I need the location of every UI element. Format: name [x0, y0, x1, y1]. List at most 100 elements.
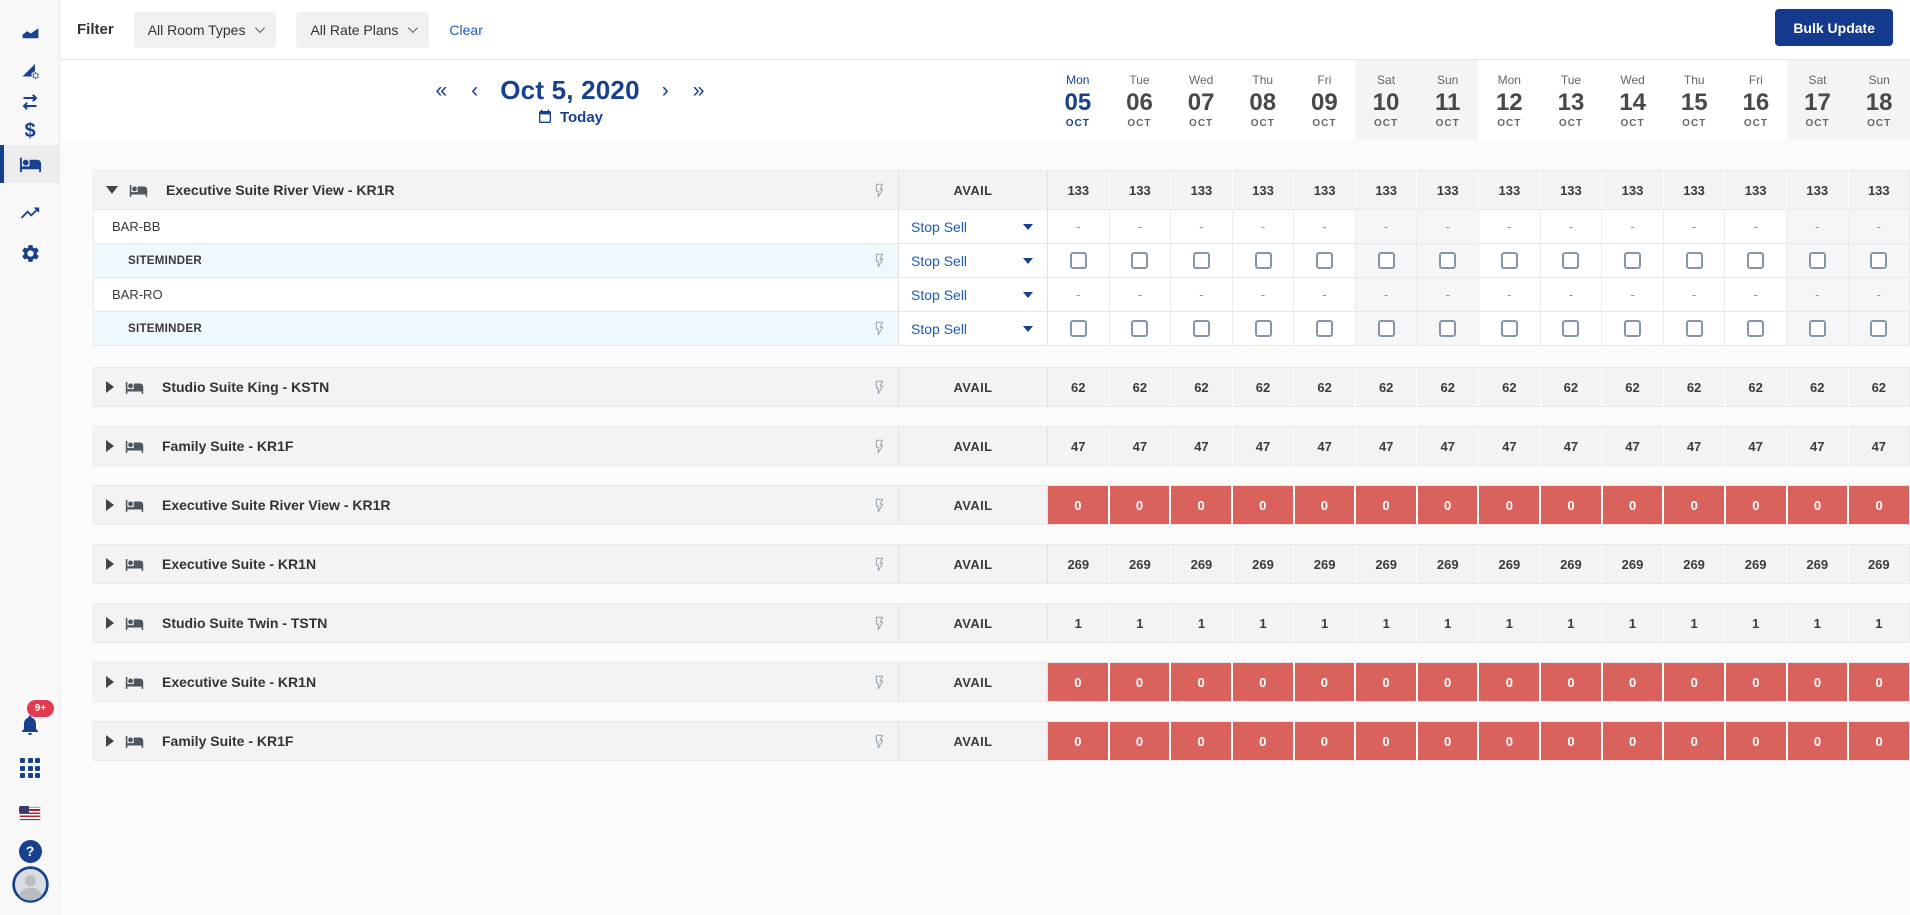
stop-sell-checkbox[interactable]: [1500, 252, 1518, 269]
day-column-oct18: Sun 18 OCT: [1848, 60, 1910, 140]
stop-sell-checkbox[interactable]: [1623, 320, 1641, 337]
room-type-group: Executive Suite - KR1N AVAIL 0 0 0 0 0 0 0 0 0 0 0 0…: [93, 662, 1910, 702]
room-type-group: Executive Suite River View - KR1R AVAIL 0…: [93, 485, 1910, 525]
stop-sell-checkbox[interactable]: [1439, 320, 1457, 337]
stop-sell-checkbox-cell: [1785, 244, 1848, 277]
sidebar-item-reports[interactable]: [0, 53, 60, 87]
empty-value-cell: -: [1847, 210, 1910, 243]
stop-sell-checkbox[interactable]: [1562, 320, 1580, 337]
stop-sell-checkbox[interactable]: [1069, 320, 1087, 337]
stop-sell-checkbox[interactable]: [1254, 252, 1272, 269]
room-row-header[interactable]: Executive Suite River View - KR1R AVAIL 0…: [94, 486, 1909, 524]
stop-sell-checkbox[interactable]: [1131, 252, 1149, 269]
sidebar-item-language-us[interactable]: [0, 796, 60, 830]
availability-value-cell: 0: [1539, 663, 1601, 701]
availability-value-cell: 133: [1847, 171, 1910, 209]
stop-sell-checkbox[interactable]: [1377, 252, 1395, 269]
rate-plan-name-cell: BAR-BB: [94, 210, 898, 243]
stop-sell-checkbox[interactable]: [1747, 252, 1765, 269]
sidebar-item-account[interactable]: [0, 864, 60, 904]
bed-icon: [129, 181, 148, 200]
room-row-header[interactable]: Executive Suite - KR1N AVAIL 0 0 0 0 0 0 0 0 0 0 0 0…: [94, 663, 1909, 701]
sidebar-item-rates[interactable]: $: [0, 114, 60, 148]
stop-sell-checkbox[interactable]: [1316, 252, 1334, 269]
stop-sell-checkbox[interactable]: [1316, 320, 1334, 337]
room-row-header[interactable]: Family Suite - KR1F AVAIL 0 0 0 0 0 0 0 0 0 0 0 0 0 0: [94, 722, 1909, 760]
stop-sell-checkbox[interactable]: [1747, 320, 1765, 337]
availability-value-cell: 133: [1231, 171, 1294, 209]
sidebar-item-apps[interactable]: [0, 751, 60, 785]
stop-sell-dropdown[interactable]: Stop Sell: [898, 312, 1048, 345]
availability-value-cell: 0: [1600, 486, 1663, 524]
stop-sell-checkbox[interactable]: [1685, 320, 1703, 337]
stop-sell-checkbox-cell: [1416, 244, 1479, 277]
stop-sell-dropdown[interactable]: Stop Sell: [898, 210, 1048, 243]
stop-sell-checkbox[interactable]: [1870, 320, 1888, 337]
expand-caret-icon[interactable]: [106, 381, 114, 393]
settings-icon: [20, 243, 41, 264]
rate-plans-dropdown[interactable]: All Rate Plans: [296, 11, 430, 48]
expand-caret-icon[interactable]: [106, 499, 114, 511]
stop-sell-checkbox[interactable]: [1623, 252, 1641, 269]
stop-sell-checkbox[interactable]: [1500, 320, 1518, 337]
sidebar-item-performance[interactable]: [0, 196, 60, 230]
availability-value-cell: 47: [1785, 427, 1848, 465]
room-types-dropdown[interactable]: All Room Types: [133, 11, 277, 48]
sidebar-item-settings[interactable]: [0, 236, 60, 270]
stop-sell-checkbox[interactable]: [1131, 320, 1149, 337]
room-row-header[interactable]: Executive Suite River View - KR1R AVAIL 1…: [94, 171, 1910, 209]
room-row-header[interactable]: Executive Suite - KR1N AVAIL 269 269 269 269…: [94, 545, 1910, 583]
dropdown-caret-icon: [1023, 223, 1033, 230]
stop-sell-checkbox[interactable]: [1870, 252, 1888, 269]
stop-sell-checkbox-cell: [1601, 312, 1663, 345]
expand-caret-icon[interactable]: [106, 617, 114, 629]
prev-day-arrow[interactable]: ‹: [469, 80, 480, 101]
stop-sell-checkbox[interactable]: [1069, 252, 1087, 269]
empty-value-cell: -: [1170, 278, 1232, 311]
room-row-header[interactable]: Studio Suite Twin - TSTN AVAIL 1 1 1 1 1 1 1 1 1 1…: [94, 604, 1910, 642]
stop-sell-checkbox[interactable]: [1192, 320, 1210, 337]
availability-value-cell: 0: [1785, 722, 1848, 760]
day-number: 11: [1434, 88, 1461, 116]
expand-caret-icon[interactable]: [106, 440, 114, 452]
availability-value-cell: 0: [1724, 722, 1786, 760]
sidebar-item-help[interactable]: ?: [0, 834, 60, 868]
today-label: Today: [559, 108, 604, 126]
expand-caret-icon[interactable]: [106, 558, 114, 570]
room-row-header[interactable]: Studio Suite King - KSTN AVAIL 62 62 62 62 62…: [94, 368, 1910, 406]
room-row-header[interactable]: Family Suite - KR1F AVAIL 47 47 47 47 47 47 47 4…: [94, 427, 1910, 465]
stop-sell-checkbox[interactable]: [1254, 320, 1272, 337]
availability-value-cell: 0: [1724, 486, 1786, 524]
next-day-arrow[interactable]: ›: [660, 80, 671, 101]
first-page-arrow[interactable]: «: [434, 80, 450, 101]
last-page-arrow[interactable]: »: [691, 80, 707, 101]
stop-sell-checkbox[interactable]: [1685, 252, 1703, 269]
day-of-week: Sun: [1436, 72, 1459, 87]
empty-value-cell: -: [1724, 210, 1786, 243]
availability-value-cell: 0: [1292, 722, 1355, 760]
dropdown-caret-icon: [1023, 291, 1033, 298]
stop-sell-checkbox[interactable]: [1439, 252, 1457, 269]
clear-filters-link[interactable]: Clear: [449, 22, 482, 38]
expand-caret-icon[interactable]: [106, 735, 114, 747]
performance-icon: [19, 202, 41, 224]
today-button[interactable]: Today: [537, 109, 603, 126]
sidebar-item-inventory[interactable]: [0, 145, 60, 183]
room-types-value: All Room Types: [147, 21, 246, 38]
availability-value-cell: 0: [1107, 722, 1170, 760]
stop-sell-checkbox[interactable]: [1377, 320, 1395, 337]
stop-sell-dropdown[interactable]: Stop Sell: [898, 278, 1048, 311]
day-of-week: Tue: [1129, 72, 1150, 87]
day-number: 06: [1126, 88, 1153, 116]
stop-sell-checkbox[interactable]: [1808, 252, 1826, 269]
stop-sell-checkbox[interactable]: [1562, 252, 1580, 269]
stop-sell-checkbox[interactable]: [1808, 320, 1826, 337]
expand-caret-icon[interactable]: [106, 676, 114, 688]
sidebar-item-analytics[interactable]: [0, 15, 60, 49]
collapse-caret-icon[interactable]: [106, 186, 118, 194]
stop-sell-checkbox[interactable]: [1192, 252, 1210, 269]
availability-value-cell: 1: [1108, 604, 1171, 642]
stop-sell-dropdown[interactable]: Stop Sell: [898, 244, 1048, 277]
bulk-update-button[interactable]: Bulk Update: [1775, 9, 1893, 46]
day-month: OCT: [1743, 118, 1768, 130]
